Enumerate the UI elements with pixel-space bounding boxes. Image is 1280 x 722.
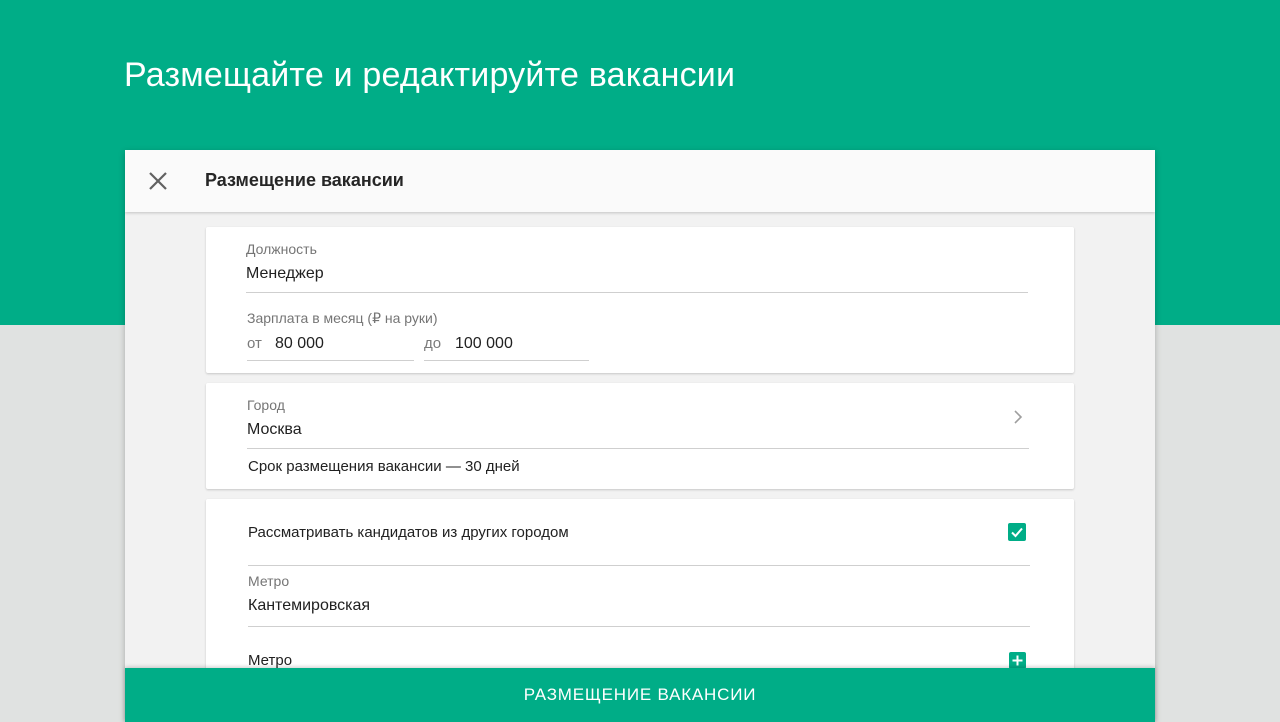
salary-label: Зарплата в месяц (₽ на руки) [247, 310, 438, 326]
city-select[interactable]: Москва [247, 421, 987, 439]
submit-vacancy-button[interactable]: РАЗМЕЩЕНИЕ ВАКАНСИИ [125, 668, 1155, 722]
dialog-title: Размещение вакансии [205, 170, 404, 190]
plus-icon [1012, 655, 1023, 666]
metro-input[interactable]: Кантемировская [248, 597, 1030, 615]
metro-underline [248, 626, 1030, 627]
position-underline [246, 292, 1028, 293]
position-card: Должность Менеджер Зарплата в месяц (₽ н… [206, 227, 1074, 373]
salary-to-underline [424, 360, 589, 361]
salary-from-underline [247, 360, 414, 361]
duration-text: Срок размещения вакансии — 30 дней [248, 458, 520, 475]
salary-from-prefix: от [247, 335, 262, 352]
dialog-header: Размещение вакансии [125, 150, 1155, 212]
salary-from-input[interactable]: 80 000 [275, 335, 415, 353]
city-card: Город Москва Срок размещения вакансии — … [206, 383, 1074, 489]
metro-add-label: Метро [248, 652, 293, 669]
city-underline [247, 448, 1029, 449]
chevron-right-icon[interactable] [1012, 409, 1024, 425]
page-title: Размещайте и редактируйте вакансии [124, 56, 736, 94]
position-input[interactable]: Менеджер [246, 265, 1028, 287]
close-icon[interactable] [147, 170, 169, 192]
position-label: Должность [246, 241, 317, 257]
city-label: Город [247, 397, 285, 413]
other-cities-divider [248, 565, 1030, 566]
metro-label: Метро [248, 573, 290, 589]
other-cities-checkbox[interactable] [1008, 523, 1026, 541]
add-metro-button[interactable] [1009, 652, 1026, 669]
vacancy-dialog: Размещение вакансии Должность Менеджер З… [125, 150, 1155, 722]
other-cities-label: Рассматривать кандидатов из других город… [248, 524, 569, 541]
check-icon [1011, 527, 1023, 538]
salary-to-input[interactable]: 100 000 [455, 335, 589, 353]
salary-to-prefix: до [424, 335, 442, 352]
